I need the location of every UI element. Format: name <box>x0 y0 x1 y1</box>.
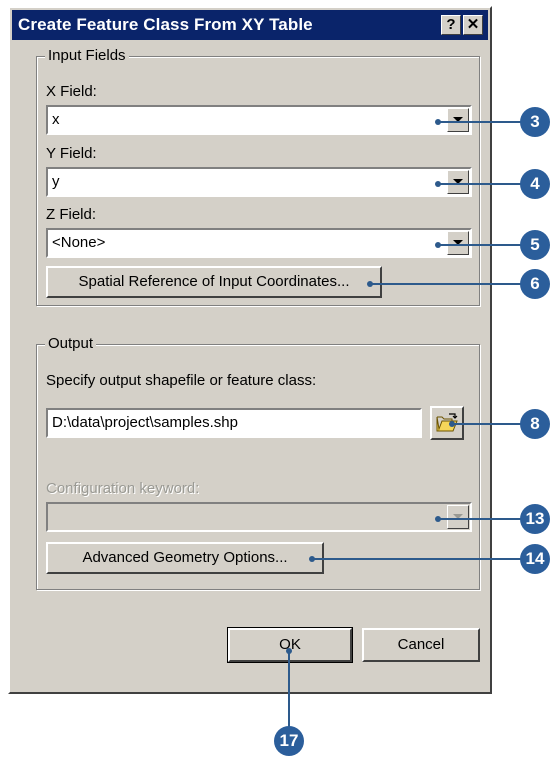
callout-5-anchor <box>435 242 441 248</box>
z-field-value: <None> <box>52 234 106 251</box>
output-path-input[interactable]: D:\data\project\samples.shp <box>46 408 422 438</box>
callout-4: 4 <box>520 169 550 199</box>
callout-3-anchor <box>435 119 441 125</box>
callout-3: 3 <box>520 107 550 137</box>
callout-17-line <box>288 650 290 730</box>
title-bar[interactable]: Create Feature Class From XY Table ? ✕ <box>12 10 488 40</box>
configuration-keyword-dropdown-arrow-icon <box>447 505 469 529</box>
y-field-value: y <box>52 173 60 190</box>
output-prompt-label: Specify output shapefile or feature clas… <box>46 372 317 389</box>
callout-17: 17 <box>274 726 304 756</box>
close-button[interactable]: ✕ <box>463 15 483 35</box>
callout-14-anchor <box>309 556 315 562</box>
configuration-keyword-label: Configuration keyword: <box>46 480 200 497</box>
y-field-combo[interactable]: y <box>46 167 472 197</box>
callout-5: 5 <box>520 230 550 260</box>
callout-6-anchor <box>367 281 373 287</box>
configuration-keyword-combo <box>46 502 472 532</box>
input-fields-group-label: Input Fields <box>45 47 129 64</box>
callout-3-line <box>438 121 524 123</box>
callout-6-line <box>370 283 524 285</box>
z-field-dropdown-arrow-icon[interactable] <box>447 231 469 255</box>
z-field-combo[interactable]: <None> <box>46 228 472 258</box>
y-field-label: Y Field: <box>46 145 97 162</box>
spatial-reference-button[interactable]: Spatial Reference of Input Coordinates..… <box>46 266 382 298</box>
callout-13: 13 <box>520 504 550 534</box>
x-field-dropdown-arrow-icon[interactable] <box>447 108 469 132</box>
callout-14: 14 <box>520 544 550 574</box>
callout-6: 6 <box>520 269 550 299</box>
advanced-geometry-options-button[interactable]: Advanced Geometry Options... <box>46 542 324 574</box>
x-field-value: x <box>52 111 60 128</box>
window-title: Create Feature Class From XY Table <box>18 15 313 34</box>
output-group-label: Output <box>45 335 97 352</box>
callout-8-line <box>452 423 524 425</box>
callout-17-anchor <box>286 648 292 654</box>
callout-13-anchor <box>435 516 441 522</box>
help-button[interactable]: ? <box>441 15 461 35</box>
y-field-dropdown-arrow-icon[interactable] <box>447 170 469 194</box>
callout-13-line <box>438 518 524 520</box>
z-field-label: Z Field: <box>46 206 97 223</box>
callout-8: 8 <box>520 409 550 439</box>
callout-4-line <box>438 183 524 185</box>
callout-5-line <box>438 244 524 246</box>
x-field-combo[interactable]: x <box>46 105 472 135</box>
callout-4-anchor <box>435 181 441 187</box>
cancel-button[interactable]: Cancel <box>362 628 480 662</box>
x-field-label: X Field: <box>46 83 97 100</box>
output-path-value: D:\data\project\samples.shp <box>52 414 238 431</box>
ok-button[interactable]: OK <box>227 627 353 663</box>
callout-14-line <box>312 558 524 560</box>
dialog-window: Create Feature Class From XY Table ? ✕ I… <box>8 6 492 694</box>
callout-8-anchor <box>449 421 455 427</box>
